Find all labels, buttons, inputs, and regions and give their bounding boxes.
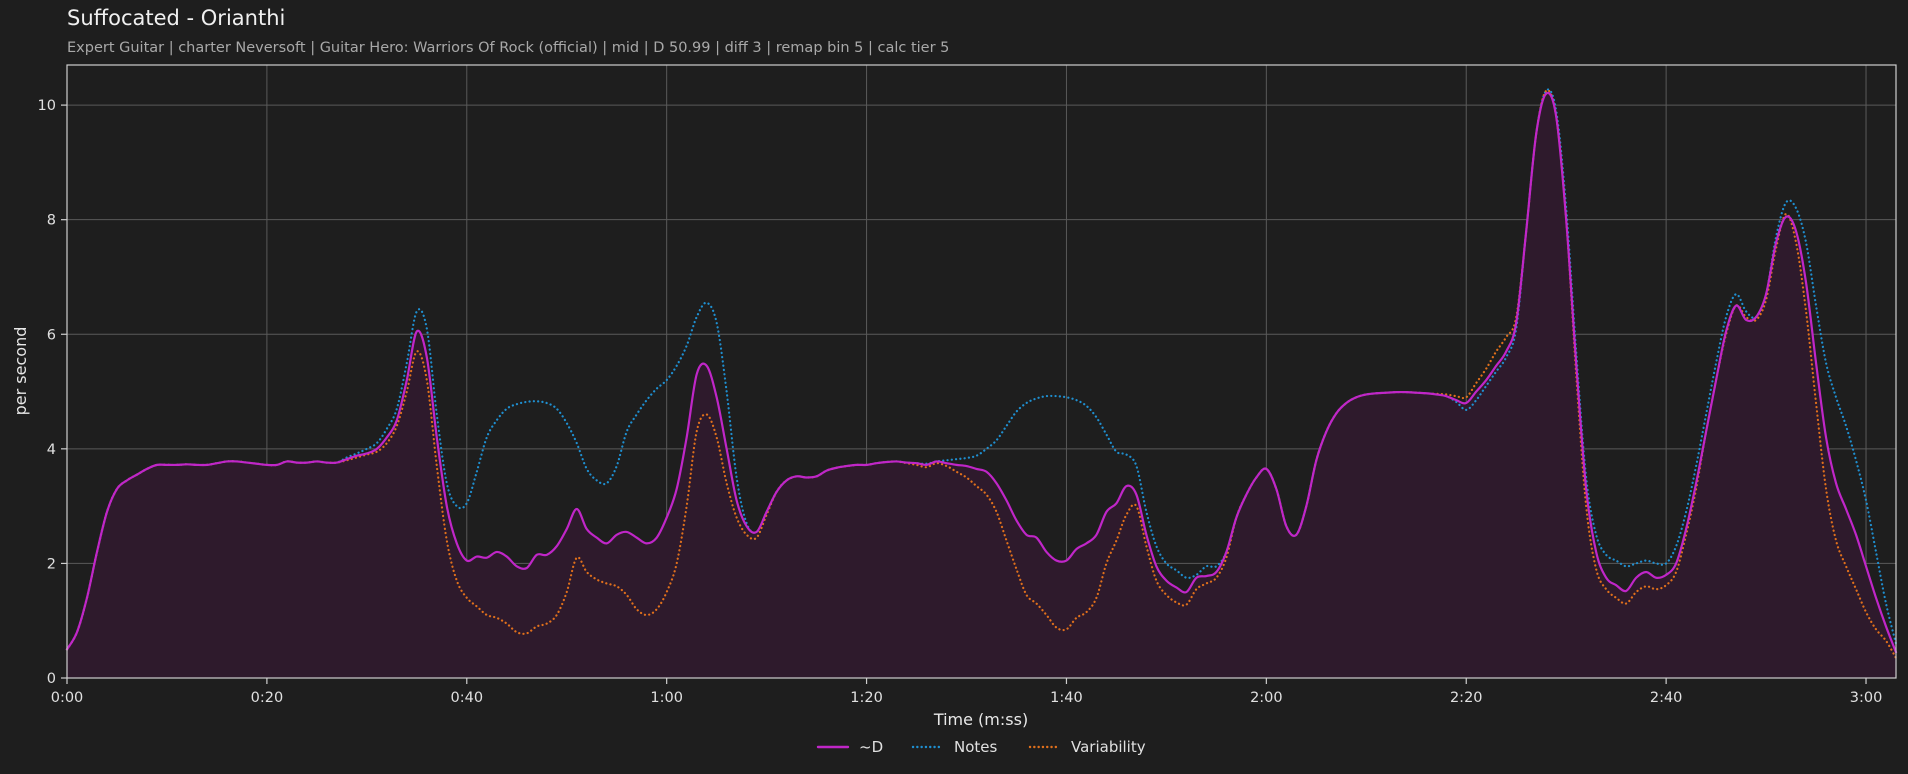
legend: ~D Notes Variability — [816, 738, 1146, 756]
x-tick-label: 3:00 — [1850, 690, 1883, 706]
x-tick-label: 1:20 — [850, 690, 883, 706]
y-tick-label: 6 — [47, 327, 56, 343]
y-tick-label: 10 — [38, 98, 56, 114]
x-tick-label: 2:20 — [1450, 690, 1483, 706]
x-tick-label: 0:00 — [51, 690, 84, 706]
legend-label-variability: Variability — [1071, 738, 1146, 756]
x-tick-label: 1:40 — [1050, 690, 1083, 706]
x-tick-label: 0:40 — [451, 690, 484, 706]
line-chart: 0:00 0:20 0:40 1:00 1:20 1:40 2:00 2:20 2:40 3:00… — [11, 64, 1898, 756]
x-tick-label: 2:00 — [1250, 690, 1283, 706]
x-tick-label: 1:00 — [650, 690, 683, 706]
y-tick-label: 2 — [47, 556, 56, 572]
y-tick-label: 4 — [47, 442, 56, 458]
legend-label-d: ~D — [859, 738, 883, 756]
x-tick-label: 2:40 — [1650, 690, 1683, 706]
y-tick-label: 8 — [47, 213, 56, 229]
legend-label-notes: Notes — [954, 738, 998, 756]
x-tick-label: 0:20 — [251, 690, 284, 706]
x-axis-label: Time (m:ss) — [933, 710, 1028, 729]
y-axis-label: per second — [11, 327, 30, 416]
y-tick-label: 0 — [47, 671, 56, 687]
